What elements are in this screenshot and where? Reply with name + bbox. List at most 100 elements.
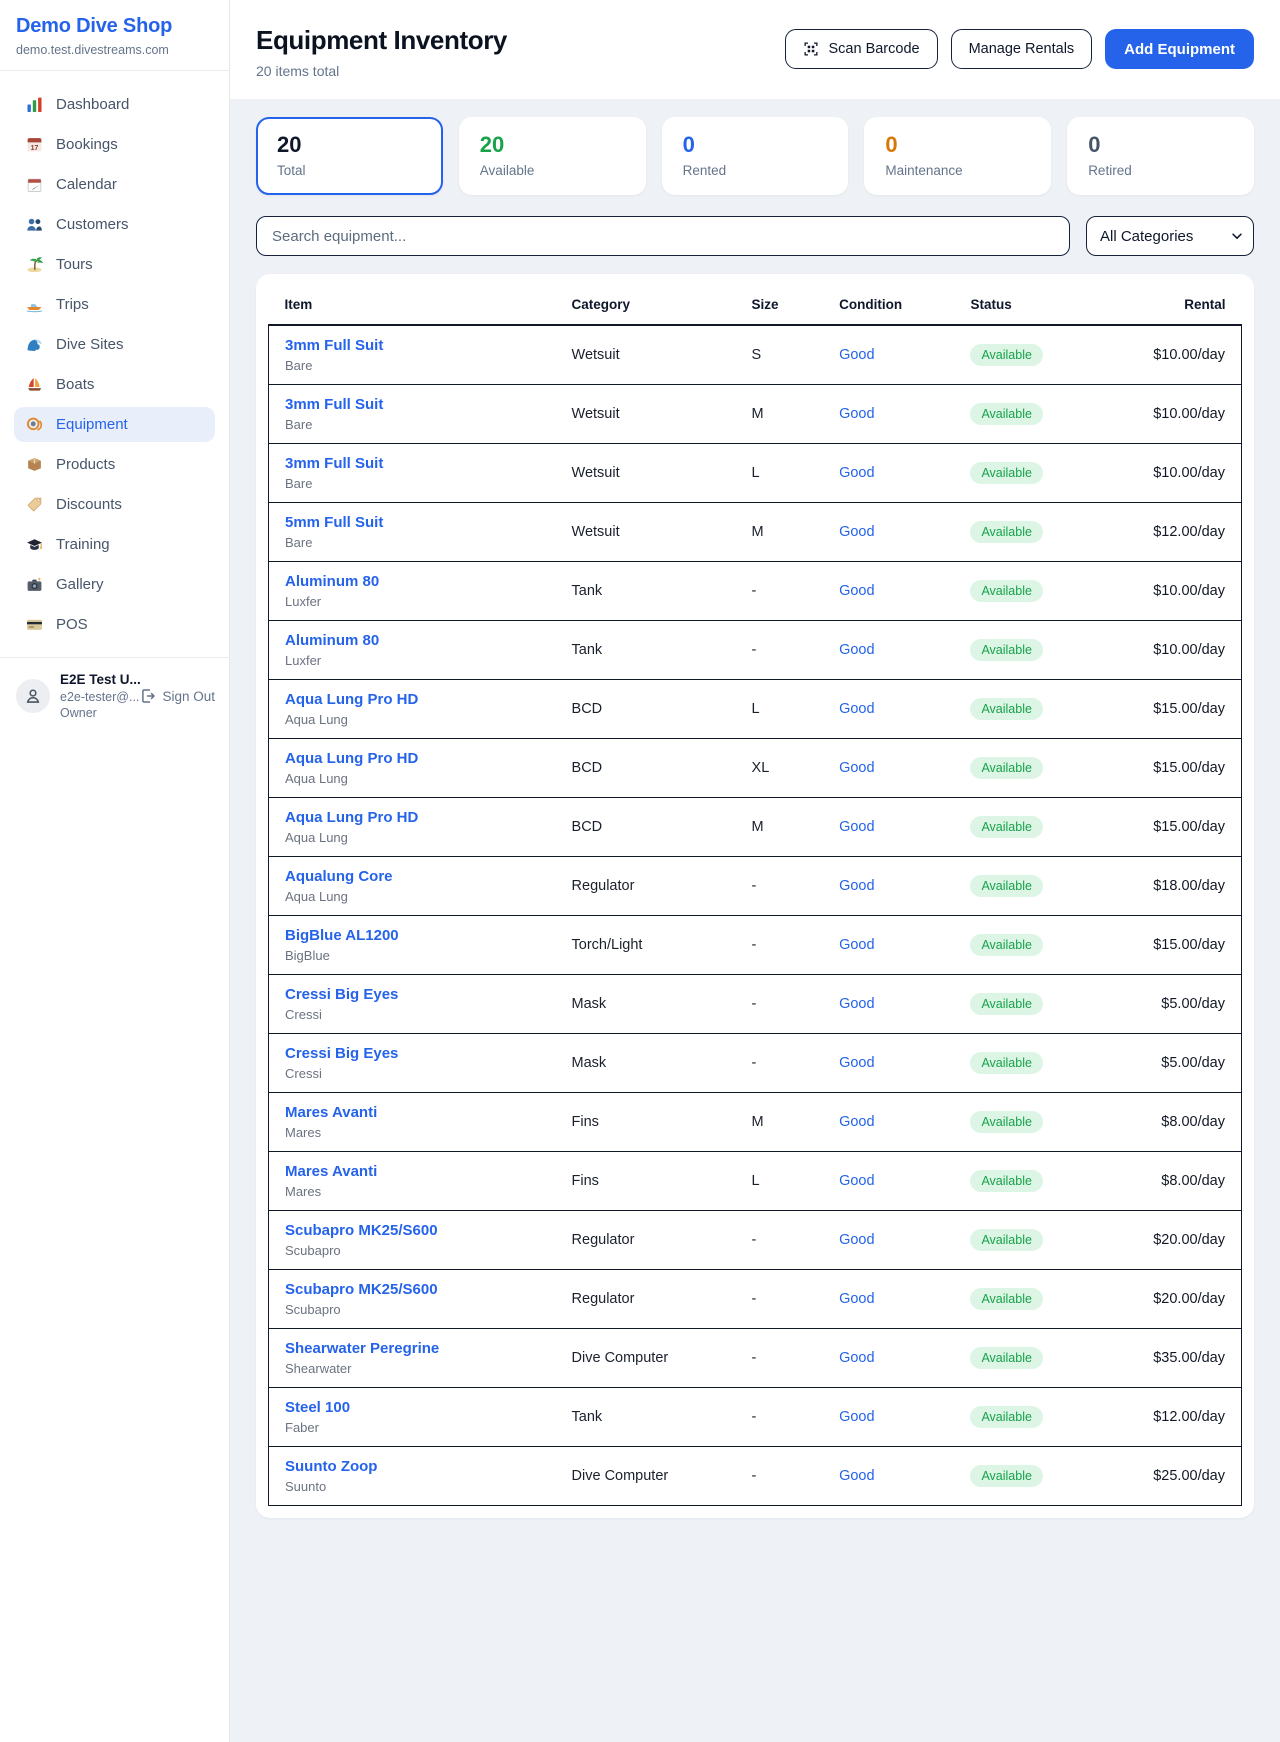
item-name-link[interactable]: Aqua Lung Pro HD (285, 809, 540, 826)
sidebar-item-label: Dashboard (56, 96, 129, 113)
sidebar-item-tours[interactable]: Tours (14, 247, 215, 282)
rental-cell: $12.00/day (1130, 1388, 1242, 1447)
item-name-link[interactable]: Mares Avanti (285, 1163, 540, 1180)
category-select[interactable]: All Categories (1086, 216, 1254, 256)
condition-link[interactable]: Good (839, 1409, 938, 1425)
item-name-link[interactable]: Suunto Zoop (285, 1458, 540, 1475)
size-value: M (752, 406, 808, 422)
stat-card-rented[interactable]: 0Rented (662, 117, 849, 195)
category-cell: BCD (556, 680, 736, 739)
item-name-link[interactable]: Aluminum 80 (285, 632, 540, 649)
item-name-link[interactable]: 3mm Full Suit (285, 396, 540, 413)
stat-card-total[interactable]: 20Total (256, 117, 443, 195)
item-name-link[interactable]: Aqua Lung Pro HD (285, 750, 540, 767)
condition-link[interactable]: Good (839, 583, 938, 599)
item-name-link[interactable]: Mares Avanti (285, 1104, 540, 1121)
condition-cell: Good (823, 798, 954, 857)
size-cell: - (736, 975, 824, 1034)
sidebar-item-dashboard[interactable]: Dashboard (14, 87, 215, 122)
condition-link[interactable]: Good (839, 347, 938, 363)
sidebar-item-dive-sites[interactable]: Dive Sites (14, 327, 215, 362)
condition-link[interactable]: Good (839, 1291, 938, 1307)
condition-cell: Good (823, 385, 954, 444)
condition-link[interactable]: Good (839, 465, 938, 481)
equipment-table-card: Item Category Size Condition Status Rent… (256, 274, 1254, 1518)
dive-sites-icon (26, 336, 43, 353)
stat-card-maintenance[interactable]: 0Maintenance (864, 117, 1051, 195)
sidebar-item-gallery[interactable]: Gallery (14, 567, 215, 602)
item-name-link[interactable]: 3mm Full Suit (285, 455, 540, 472)
condition-link[interactable]: Good (839, 524, 938, 540)
table-row: 3mm Full SuitBareWetsuitSGoodAvailable$1… (269, 325, 1242, 385)
item-brand: Bare (285, 476, 540, 491)
sidebar-item-equipment[interactable]: Equipment (14, 407, 215, 442)
stat-card-retired[interactable]: 0Retired (1067, 117, 1254, 195)
size-cell: XL (736, 739, 824, 798)
search-input[interactable] (256, 216, 1070, 256)
item-name-link[interactable]: Cressi Big Eyes (285, 986, 540, 1003)
condition-link[interactable]: Good (839, 878, 938, 894)
table-row: 5mm Full SuitBareWetsuitMGoodAvailable$1… (269, 503, 1242, 562)
item-brand: Aqua Lung (285, 771, 540, 786)
manage-rentals-button[interactable]: Manage Rentals (951, 29, 1093, 69)
condition-link[interactable]: Good (839, 760, 938, 776)
size-value: S (752, 347, 808, 363)
category-value: Tank (572, 642, 720, 658)
condition-link[interactable]: Good (839, 1114, 938, 1130)
item-cell: Shearwater PeregrineShearwater (269, 1329, 556, 1388)
status-cell: Available (954, 385, 1129, 444)
item-brand: Suunto (285, 1479, 540, 1494)
sidebar-item-trips[interactable]: Trips (14, 287, 215, 322)
condition-link[interactable]: Good (839, 937, 938, 953)
add-equipment-button[interactable]: Add Equipment (1105, 29, 1254, 69)
item-name-link[interactable]: Cressi Big Eyes (285, 1045, 540, 1062)
item-name-link[interactable]: BigBlue AL1200 (285, 927, 540, 944)
add-equipment-label: Add Equipment (1124, 41, 1235, 58)
item-cell: Steel 100Faber (269, 1388, 556, 1447)
category-cell: Fins (556, 1093, 736, 1152)
sidebar-item-calendar[interactable]: Calendar (14, 167, 215, 202)
sidebar-item-training[interactable]: Training (14, 527, 215, 562)
item-name-link[interactable]: Aluminum 80 (285, 573, 540, 590)
stat-card-available[interactable]: 20Available (459, 117, 646, 195)
item-name-link[interactable]: Scubapro MK25/S600 (285, 1281, 540, 1298)
category-cell: Mask (556, 1034, 736, 1093)
item-name-link[interactable]: Shearwater Peregrine (285, 1340, 540, 1357)
condition-link[interactable]: Good (839, 1055, 938, 1071)
scan-barcode-button[interactable]: Scan Barcode (785, 29, 937, 69)
item-cell: Mares AvantiMares (269, 1093, 556, 1152)
condition-link[interactable]: Good (839, 1468, 938, 1484)
category-value: Regulator (572, 878, 720, 894)
sidebar-item-bookings[interactable]: 17Bookings (14, 127, 215, 162)
bookings-icon: 17 (26, 136, 43, 153)
item-brand: Aqua Lung (285, 830, 540, 845)
sidebar-item-pos[interactable]: POS (14, 607, 215, 642)
item-name-link[interactable]: Steel 100 (285, 1399, 540, 1416)
sign-out-button[interactable]: Sign Out (140, 688, 215, 704)
condition-link[interactable]: Good (839, 1173, 938, 1189)
sidebar-item-products[interactable]: Products (14, 447, 215, 482)
item-name-link[interactable]: Aqualung Core (285, 868, 540, 885)
brand-name[interactable]: Demo Dive Shop (16, 15, 213, 38)
status-cell: Available (954, 1152, 1129, 1211)
condition-link[interactable]: Good (839, 701, 938, 717)
rental-cell: $15.00/day (1130, 916, 1242, 975)
manage-rentals-label: Manage Rentals (969, 41, 1075, 57)
condition-link[interactable]: Good (839, 642, 938, 658)
item-name-link[interactable]: Scubapro MK25/S600 (285, 1222, 540, 1239)
sidebar-item-boats[interactable]: Boats (14, 367, 215, 402)
item-name-link[interactable]: 3mm Full Suit (285, 337, 540, 354)
svg-text:17: 17 (31, 145, 39, 152)
condition-link[interactable]: Good (839, 406, 938, 422)
sidebar-item-customers[interactable]: Customers (14, 207, 215, 242)
sidebar-item-discounts[interactable]: Discounts (14, 487, 215, 522)
item-name-link[interactable]: 5mm Full Suit (285, 514, 540, 531)
condition-link[interactable]: Good (839, 996, 938, 1012)
item-name-link[interactable]: Aqua Lung Pro HD (285, 691, 540, 708)
condition-link[interactable]: Good (839, 1350, 938, 1366)
item-cell: Mares AvantiMares (269, 1152, 556, 1211)
size-value: - (752, 1291, 808, 1307)
size-value: - (752, 1409, 808, 1425)
condition-link[interactable]: Good (839, 819, 938, 835)
condition-link[interactable]: Good (839, 1232, 938, 1248)
